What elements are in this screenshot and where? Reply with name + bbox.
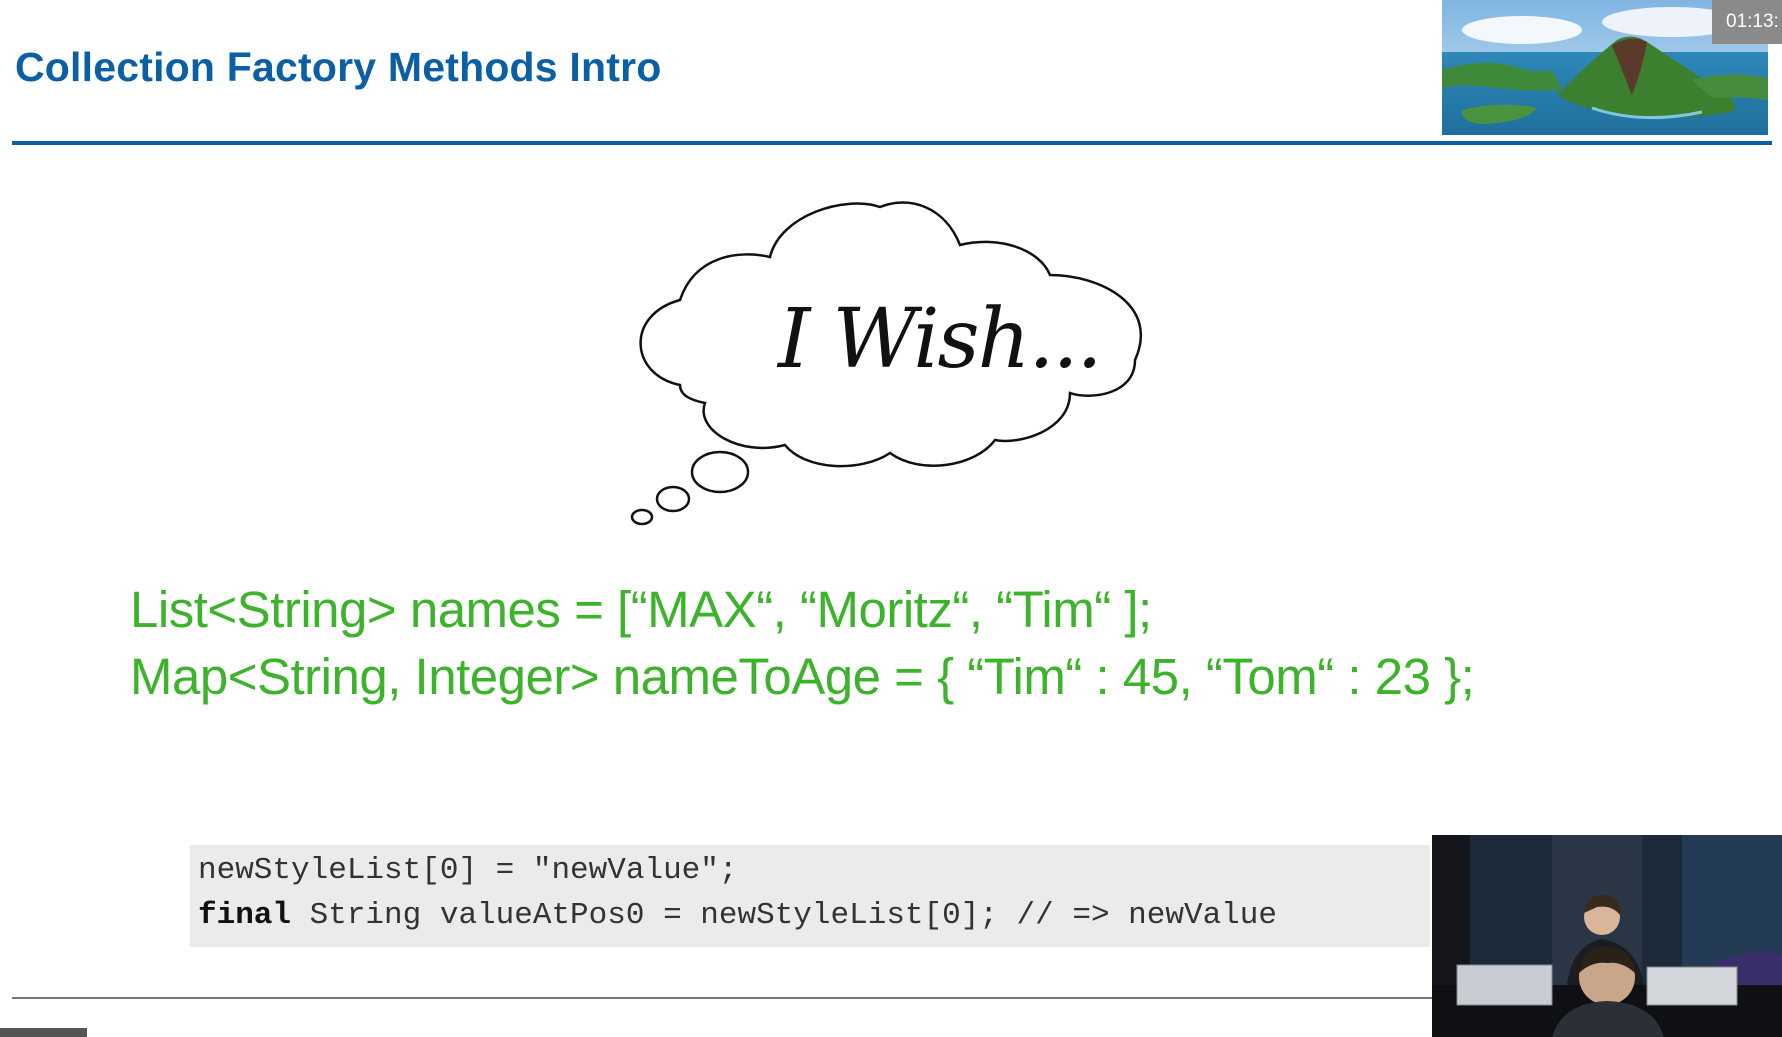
speaker-video <box>1432 835 1782 1037</box>
final-keyword: final <box>198 898 292 933</box>
list-literal-line: List<String> names = [“MAX“, “Moritz“, “… <box>130 581 1152 638</box>
footer-block <box>0 1028 87 1037</box>
snippet-line-1: newStyleList[0] = "newValue"; <box>198 853 738 888</box>
wish-text: I Wish... <box>778 292 1103 387</box>
code-snippet: newStyleList[0] = "newValue"; final Stri… <box>190 845 1430 947</box>
snippet-line-2: final String valueAtPos0 = newStyleList[… <box>198 898 1277 933</box>
title-divider <box>12 141 1772 145</box>
snippet-line-2-rest: String valueAtPos0 = newStyleList[0]; //… <box>291 898 1277 933</box>
slide-title: Collection Factory Methods Intro <box>15 44 662 90</box>
video-timer: 01:13: <box>1712 0 1782 44</box>
map-literal-line: Map<String, Integer> nameToAge = { “Tim“… <box>130 648 1475 705</box>
bottom-divider <box>12 997 1432 999</box>
